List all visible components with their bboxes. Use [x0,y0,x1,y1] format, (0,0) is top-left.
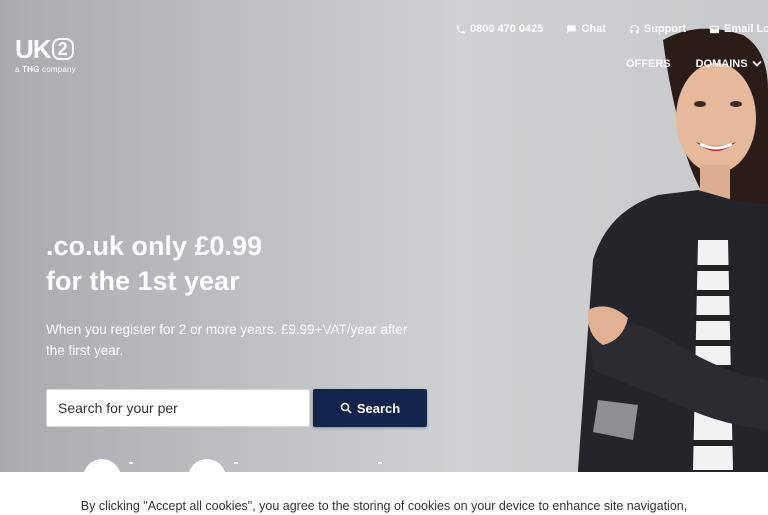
hero-headline: .co.uk only £0.99 for the 1st year [46,229,262,299]
email-label: Email Lo [724,23,768,35]
tagline-brand: THG [22,65,40,74]
search-button-label: Search [356,400,401,416]
search-icon [340,402,352,414]
headline-line-1: .co.uk only £0.99 [46,231,263,261]
tagline-suffix: company [42,65,76,74]
search-button[interactable]: Search [313,389,427,427]
phone-link[interactable]: 0800 470 0425 [455,23,543,35]
feature-dash [129,462,133,464]
nav-offers-label: OFFERS [626,58,671,70]
headset-icon [630,24,639,34]
nav-offers[interactable]: OFFERS [626,58,671,70]
mail-icon [709,25,720,33]
chat-label: Chat [581,23,606,35]
utility-bar: 0800 470 0425 Chat Support Email Lo [455,23,768,35]
nav-domains[interactable]: DOMAINS [696,58,762,70]
logo-text: UK [15,34,52,64]
phone-icon [456,24,465,34]
nav-domains-label: DOMAINS [695,58,748,70]
hero-banner: UK 2 a THG company 0800 470 0425 Chat Su… [0,0,768,515]
tagline-prefix: a [15,65,20,74]
uk2-logo[interactable]: UK 2 a THG company [15,34,76,74]
logo-tagline: a THG company [15,65,76,74]
cookie-banner: By clicking "Accept all cookies", you ag… [0,472,768,515]
chat-icon [567,24,577,33]
email-link[interactable]: Email Lo [709,23,768,35]
hero-subtext: When you register for 2 or more years. £… [46,322,408,358]
headline-line-2: for the 1st year [46,266,240,296]
chevron-down-icon [751,60,762,67]
logo-badge: 2 [51,38,74,60]
phone-number: 0800 470 0425 [470,23,544,35]
logo-mark: UK 2 [15,34,76,64]
support-link[interactable]: Support [629,23,686,35]
main-nav: OFFERS DOMAINS [626,58,768,70]
hero-person-image [578,28,768,480]
feature-dash [234,462,238,464]
feature-dash [378,462,382,464]
support-label: Support [643,23,687,35]
chat-link[interactable]: Chat [566,23,606,35]
cookie-banner-text: By clicking "Accept all cookies", you ag… [80,499,688,513]
domain-search-input[interactable] [46,389,310,427]
